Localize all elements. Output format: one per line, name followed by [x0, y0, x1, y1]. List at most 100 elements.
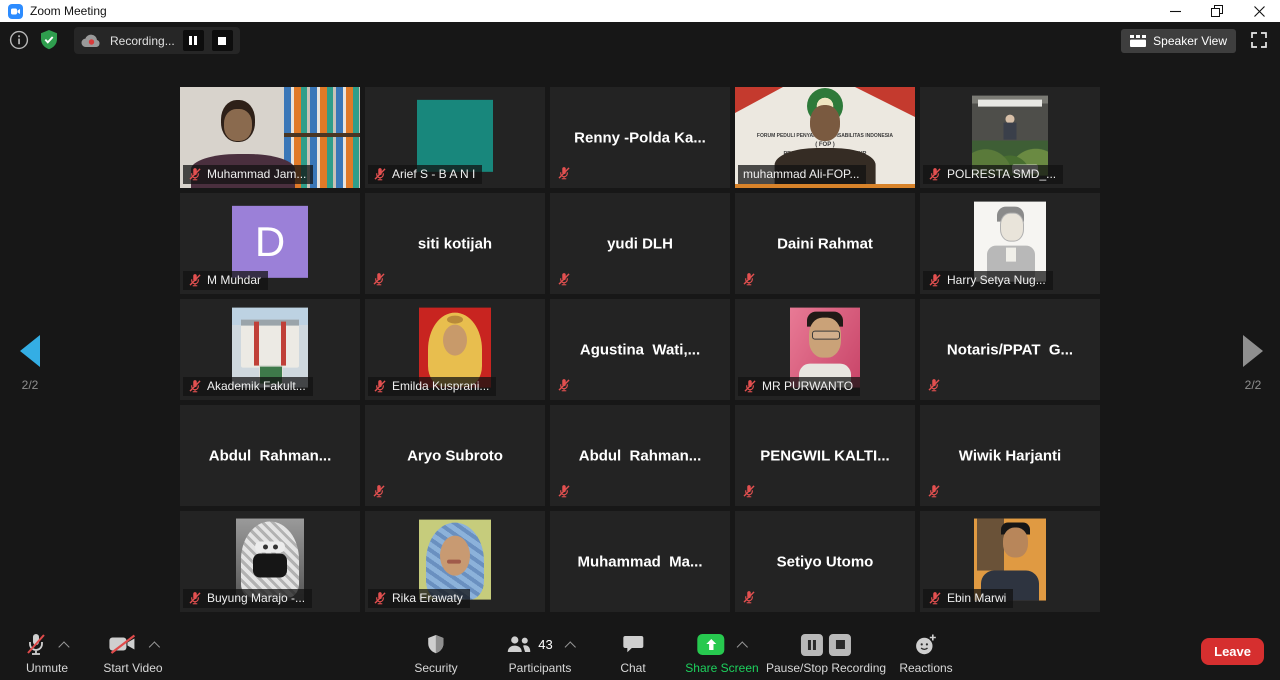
chat-button[interactable]: Chat — [620, 632, 645, 675]
participant-name: MR PURWANTO — [762, 379, 853, 393]
participants-icon — [505, 635, 532, 654]
camera-off-icon — [108, 634, 136, 655]
recording-cloud-icon — [81, 33, 102, 48]
audio-options-chevron-icon[interactable] — [58, 641, 69, 652]
muted-mic-icon — [373, 379, 387, 393]
participant-tile[interactable]: Daini Rahmat — [735, 193, 915, 294]
participant-nameplate: Emilda Kusprani... — [368, 377, 496, 396]
participants-chevron-icon[interactable] — [565, 641, 576, 652]
participant-name: Muhammad Jam... — [207, 167, 306, 181]
close-button[interactable] — [1238, 0, 1280, 22]
participant-tile[interactable]: Rika Erawaty — [365, 511, 545, 612]
participant-tile[interactable]: Abdul Rahman... — [550, 405, 730, 506]
unmute-button[interactable]: Unmute — [26, 632, 68, 675]
participant-nameplate: Harry Setya Nug... — [923, 271, 1053, 290]
security-button[interactable]: Security — [414, 632, 457, 675]
speaker-view-button[interactable]: Speaker View — [1121, 29, 1236, 53]
participant-name: Rika Erawaty — [392, 591, 463, 605]
muted-mic-icon — [557, 378, 572, 393]
recording-indicator: Recording... — [74, 27, 240, 54]
participant-nameplate: Ebin Marwi — [923, 589, 1013, 608]
meeting-info-icon[interactable] — [9, 30, 29, 55]
pause-stop-recording-label: Pause/Stop Recording — [766, 661, 886, 675]
share-screen-button[interactable]: Share Screen — [685, 632, 758, 675]
pause-recording-icon[interactable] — [183, 30, 204, 51]
participant-tile[interactable]: yudi DLH — [550, 193, 730, 294]
participant-tile[interactable]: Setiyo Utomo — [735, 511, 915, 612]
stop-recording-icon[interactable] — [212, 30, 233, 51]
participant-tile[interactable]: Renny -Polda Ka... — [550, 87, 730, 188]
participant-nameplate: Rika Erawaty — [368, 589, 470, 608]
participant-tile[interactable]: Akademik Fakult... — [180, 299, 360, 400]
start-video-button[interactable]: Start Video — [103, 632, 162, 675]
muted-mic-icon — [188, 591, 202, 605]
participant-avatar — [419, 519, 491, 599]
participant-name: Ebin Marwi — [947, 591, 1006, 605]
reactions-button[interactable]: Reactions — [899, 632, 952, 675]
participant-tile[interactable]: POLRESTA SMD_... — [920, 87, 1100, 188]
pause-stop-recording-button[interactable]: Pause/Stop Recording — [766, 632, 886, 675]
participants-button[interactable]: 43 Participants — [505, 632, 574, 675]
participant-tile[interactable]: Arief S - B A N I — [365, 87, 545, 188]
participant-tile[interactable]: PENGWIL KALTI... — [735, 405, 915, 506]
participant-tile[interactable]: Agustina Wati,... — [550, 299, 730, 400]
share-screen-icon — [697, 634, 724, 655]
participant-nameplate: Buyung Marajo -... — [183, 589, 312, 608]
participant-tile[interactable]: Notaris/PPAT G... — [920, 299, 1100, 400]
participant-tile[interactable]: FORUM PEDULI PENYANDANG DISABILITAS INDO… — [735, 87, 915, 188]
muted-mic-icon — [927, 484, 942, 499]
share-screen-label: Share Screen — [685, 661, 758, 675]
muted-mic-icon — [743, 379, 757, 393]
participant-name: Daini Rahmat — [739, 235, 912, 252]
muted-mic-icon — [928, 273, 942, 287]
participant-nameplate: POLRESTA SMD_... — [923, 165, 1063, 184]
reactions-icon — [915, 633, 938, 656]
participants-count: 43 — [538, 637, 552, 652]
participant-tile[interactable]: Buyung Marajo -... — [180, 511, 360, 612]
participant-tile[interactable]: Muhammad Jam... — [180, 87, 360, 188]
participant-avatar — [419, 307, 491, 387]
participant-tile[interactable]: Emilda Kusprani... — [365, 299, 545, 400]
participant-name: Harry Setya Nug... — [947, 273, 1046, 287]
participant-tile[interactable]: siti kotijah — [365, 193, 545, 294]
speaker-view-icon — [1130, 35, 1146, 47]
reactions-label: Reactions — [899, 661, 952, 675]
participant-tile[interactable]: Ebin Marwi — [920, 511, 1100, 612]
pause-recording-button-icon[interactable] — [801, 634, 823, 656]
participant-avatar — [790, 307, 860, 387]
muted-mic-icon — [742, 272, 757, 287]
leave-button[interactable]: Leave — [1201, 638, 1264, 665]
participant-nameplate: M Muhdar — [183, 271, 268, 290]
muted-mic-icon — [373, 591, 387, 605]
participant-nameplate: Arief S - B A N I — [368, 165, 482, 184]
fullscreen-icon[interactable] — [1251, 32, 1267, 53]
participant-tile[interactable]: Harry Setya Nug... — [920, 193, 1100, 294]
participant-name: Akademik Fakult... — [207, 379, 306, 393]
minimize-button[interactable] — [1154, 0, 1196, 22]
encryption-shield-icon[interactable] — [39, 29, 59, 56]
participant-tile[interactable]: DM Muhdar — [180, 193, 360, 294]
meeting-toolbar: Unmute Start Video Security — [0, 622, 1280, 680]
page-indicator-left: 2/2 — [13, 378, 47, 392]
muted-mic-icon — [557, 272, 572, 287]
muted-mic-icon — [188, 379, 202, 393]
video-options-chevron-icon[interactable] — [148, 641, 159, 652]
participant-tile[interactable]: Muhammad Ma... — [550, 511, 730, 612]
participant-tile[interactable]: Wiwik Harjanti — [920, 405, 1100, 506]
participant-tile[interactable]: Aryo Subroto — [365, 405, 545, 506]
participant-name: siti kotijah — [369, 235, 542, 252]
previous-page-button[interactable]: 2/2 — [13, 335, 47, 392]
stop-recording-button-icon[interactable] — [829, 634, 851, 656]
restore-button[interactable] — [1196, 0, 1238, 22]
next-page-button[interactable]: 2/2 — [1236, 335, 1270, 392]
participant-tile[interactable]: Abdul Rahman... — [180, 405, 360, 506]
participant-name: Buyung Marajo -... — [207, 591, 305, 605]
share-options-chevron-icon[interactable] — [737, 641, 748, 652]
participant-name: M Muhdar — [207, 273, 261, 287]
participant-avatar: D — [232, 205, 308, 277]
participant-nameplate: Muhammad Jam... — [183, 165, 313, 184]
participant-tile[interactable]: MR PURWANTO — [735, 299, 915, 400]
page-indicator-right: 2/2 — [1236, 378, 1270, 392]
security-label: Security — [414, 661, 457, 675]
participant-name: Muhammad Ma... — [554, 553, 727, 570]
